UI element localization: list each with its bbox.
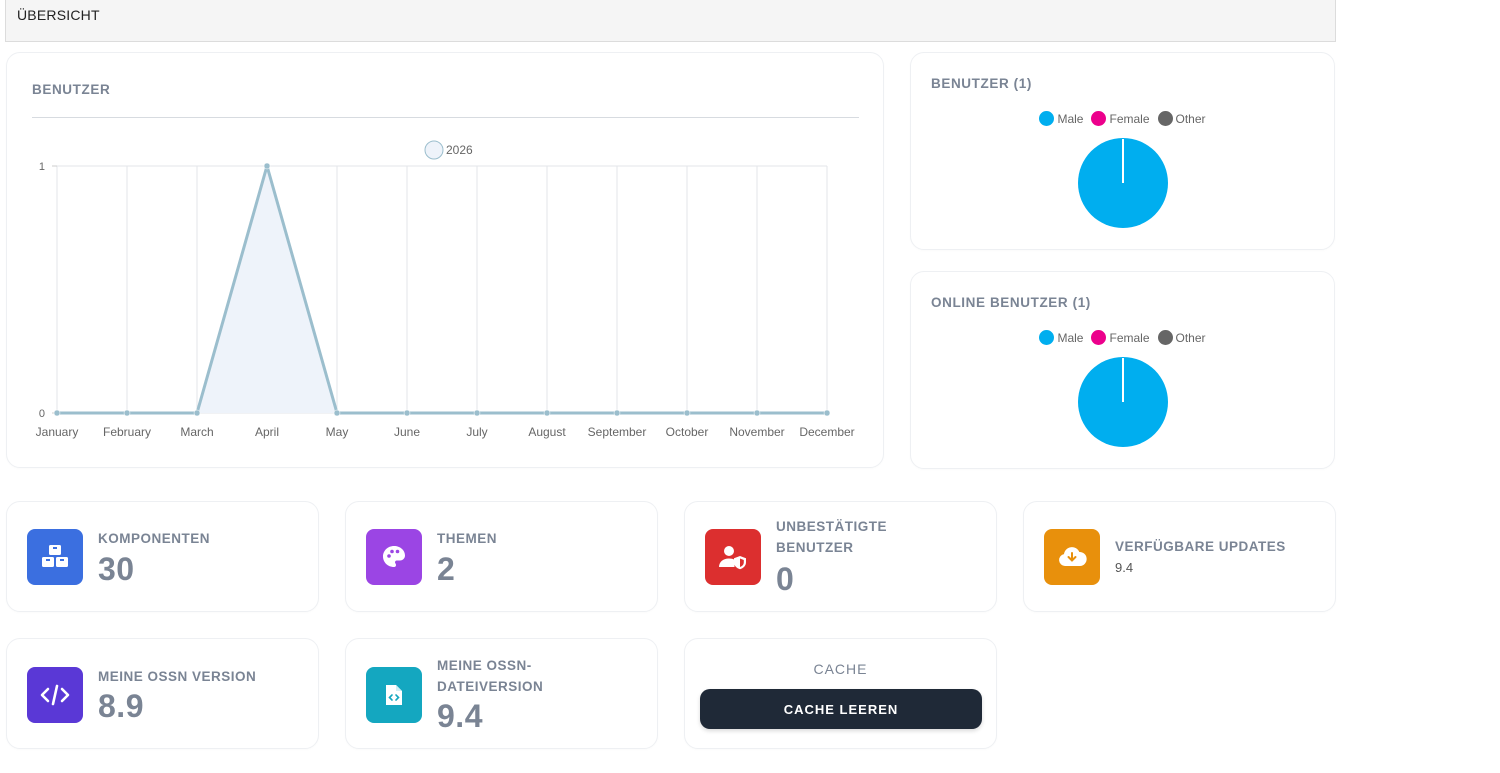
file-version-label-line2: DATEIVERSION	[437, 679, 544, 694]
legend-label: 2026	[446, 143, 473, 157]
online-users-title: ONLINE BENUTZER (1)	[931, 295, 1091, 310]
users-gender-title: BENUTZER (1)	[931, 76, 1032, 91]
legend-label: Male	[1057, 330, 1084, 345]
updates-value: 9.4	[1115, 560, 1134, 575]
code-icon	[27, 667, 83, 723]
ossn-version-value: 8.9	[98, 688, 144, 724]
data-point	[753, 409, 761, 417]
file-version-label-line1: MEINE OSSN-	[437, 658, 532, 673]
page-title: ÜBERSICHT	[17, 7, 100, 23]
pie-slice-border	[1122, 139, 1124, 183]
data-point	[473, 409, 481, 417]
x-tick-label: May	[326, 425, 349, 439]
legend-item-female[interactable]: Female	[1091, 330, 1150, 345]
themes-stat-card[interactable]: THEMEN 2	[345, 501, 658, 612]
cloud-download-icon	[1044, 529, 1100, 585]
ossn-version-stat-card[interactable]: MEINE OSSN VERSION 8.9	[6, 638, 319, 749]
online-users-gender-card: ONLINE BENUTZER (1) Male Female Other	[910, 271, 1335, 469]
pie-slice-male[interactable]	[1078, 357, 1168, 447]
components-value: 30	[98, 551, 135, 587]
legend-label: Other	[1175, 330, 1206, 345]
themes-label: THEMEN	[437, 531, 497, 546]
x-tick-label: February	[103, 425, 151, 439]
users-gender-card: BENUTZER (1) Male Female Other	[910, 52, 1335, 250]
updates-stat-card[interactable]: VERFÜGBARE UPDATES 9.4	[1023, 501, 1336, 612]
users-chart-card: BENUTZER 0 1 January February March April May J…	[6, 52, 884, 468]
data-point	[333, 409, 341, 417]
x-tick-label: June	[394, 425, 420, 439]
x-tick-label: October	[666, 425, 709, 439]
legend-item-male[interactable]: Male	[1039, 111, 1083, 126]
legend-swatch-other	[1157, 111, 1173, 126]
file-code-icon	[366, 667, 422, 723]
user-shield-icon	[705, 529, 761, 585]
legend-item-male[interactable]: Male	[1039, 330, 1083, 345]
x-tick-label: March	[180, 425, 213, 439]
file-version-value: 9.4	[437, 698, 483, 734]
y-tick-label: 1	[39, 161, 45, 173]
pie-legend: Male Female Other	[911, 330, 1334, 345]
file-version-stat-card[interactable]: MEINE OSSN- DATEIVERSION 9.4	[345, 638, 658, 749]
ossn-version-label: MEINE OSSN VERSION	[98, 669, 257, 684]
legend-item-other[interactable]: Other	[1157, 111, 1206, 126]
unconfirmed-value: 0	[776, 561, 795, 597]
x-tick-label: July	[466, 425, 487, 439]
themes-value: 2	[437, 551, 456, 587]
x-tick-label: December	[799, 425, 854, 439]
x-tick-label: August	[528, 425, 566, 439]
data-point	[683, 409, 691, 417]
x-tick-label: January	[36, 425, 79, 439]
pie-slice-male[interactable]	[1078, 138, 1168, 228]
y-tick-label: 0	[39, 408, 45, 420]
legend-swatch-female	[1091, 330, 1107, 345]
components-stat-card[interactable]: KOMPONENTEN 30	[6, 501, 319, 612]
data-point	[193, 409, 201, 417]
overview-header: ÜBERSICHT	[5, 0, 1336, 42]
legend-label: Female	[1109, 111, 1150, 126]
data-point	[613, 409, 621, 417]
clear-cache-button[interactable]: CACHE LEEREN	[700, 689, 982, 729]
components-label: KOMPONENTEN	[98, 531, 211, 546]
series-area	[57, 166, 827, 413]
data-point	[263, 162, 271, 170]
legend-swatch-male	[1039, 111, 1055, 126]
x-tick-label: November	[729, 425, 784, 439]
data-point	[403, 409, 411, 417]
pie-legend: Male Female Other	[911, 111, 1334, 126]
palette-icon	[366, 529, 422, 585]
x-tick-label: September	[588, 425, 647, 439]
legend-swatch-female	[1091, 111, 1107, 126]
updates-label: VERFÜGBARE UPDATES	[1115, 539, 1286, 554]
pie-slice-border	[1122, 358, 1124, 402]
cubes-icon	[27, 529, 83, 585]
legend-label: Female	[1109, 330, 1150, 345]
unconfirmed-users-stat-card[interactable]: UNBESTÄTIGTE BENUTZER 0	[684, 501, 997, 612]
legend-swatch-male	[1039, 330, 1055, 345]
x-tick-label: April	[255, 425, 279, 439]
legend-swatch	[424, 140, 444, 160]
series-line	[57, 164, 827, 415]
unconfirmed-label-line1: UNBESTÄTIGTE	[776, 519, 888, 534]
legend-item-other[interactable]: Other	[1157, 330, 1206, 345]
data-point	[123, 409, 131, 417]
legend-item-female[interactable]: Female	[1091, 111, 1150, 126]
legend-label: Male	[1057, 111, 1084, 126]
data-point	[823, 409, 831, 417]
legend-swatch-other	[1157, 330, 1173, 345]
cache-title: CACHE	[813, 661, 868, 677]
cache-card: CACHE CACHE LEEREN	[684, 638, 997, 749]
data-point	[543, 409, 551, 417]
data-point	[53, 409, 61, 417]
unconfirmed-label-line2: BENUTZER	[776, 540, 854, 555]
users-line-chart: 0 1 January February March April May June July Au…	[36, 140, 855, 439]
legend-label: Other	[1175, 111, 1206, 126]
